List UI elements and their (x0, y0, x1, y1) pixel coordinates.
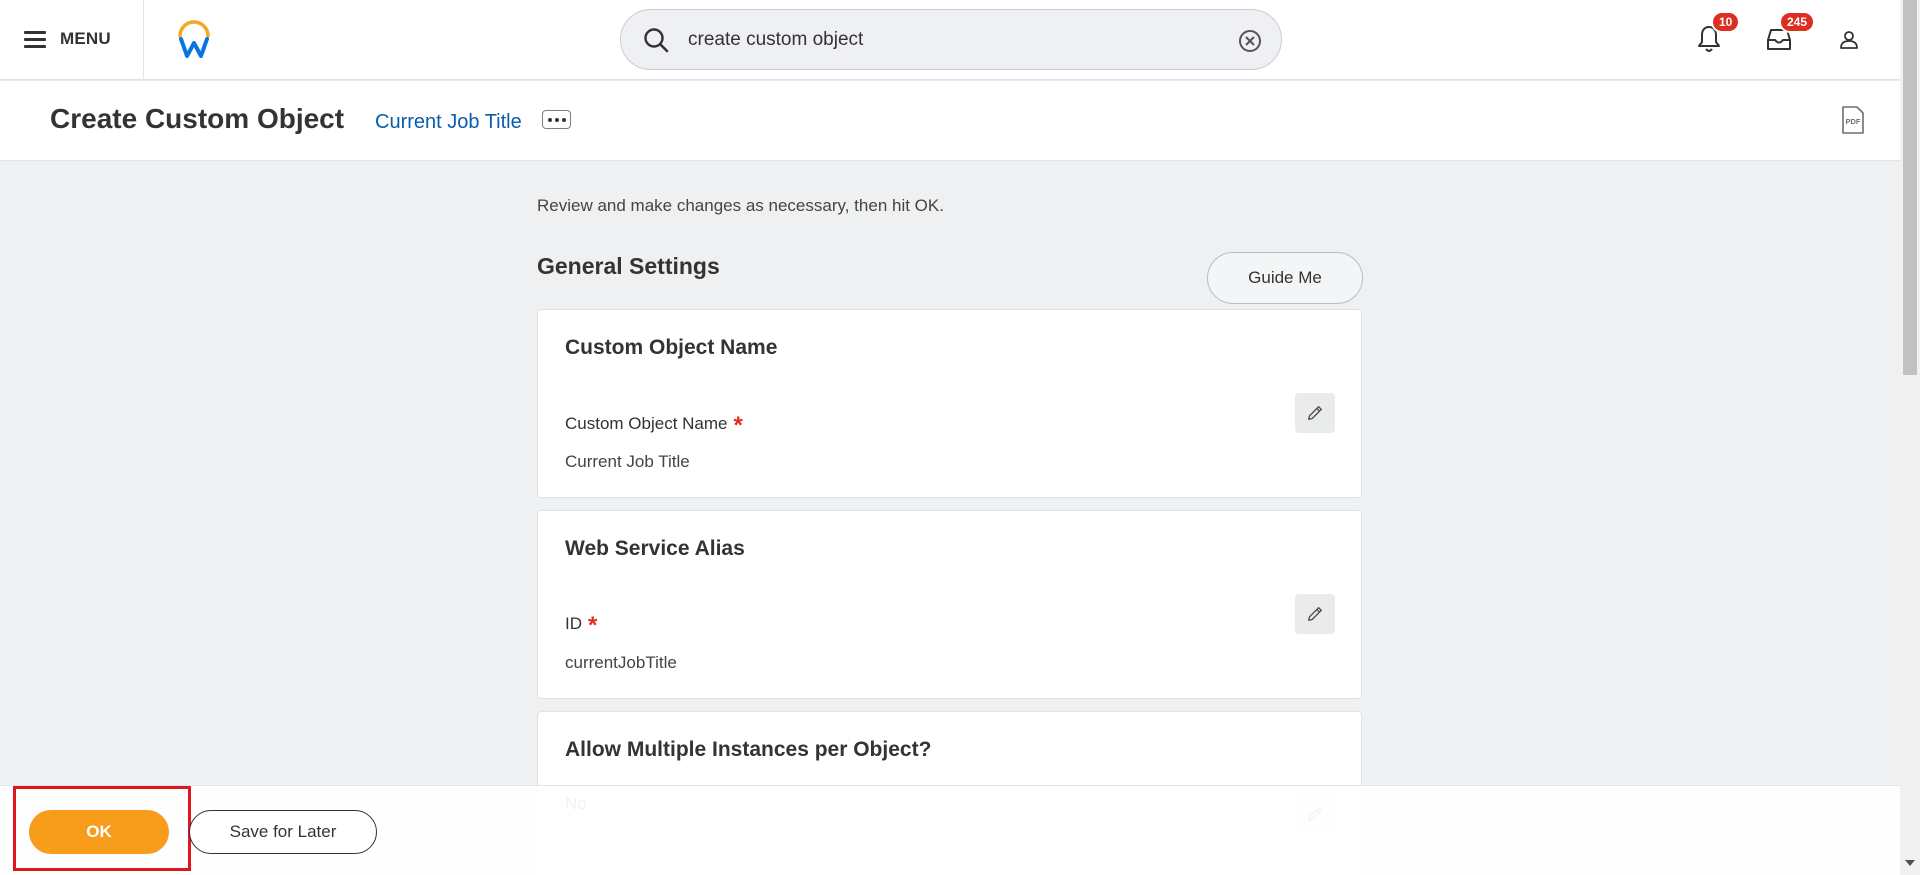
notifications-badge: 10 (1711, 11, 1741, 33)
ok-button[interactable]: OK (29, 810, 169, 854)
inbox-badge: 245 (1779, 11, 1816, 33)
required-indicator: * (588, 612, 598, 639)
user-icon (1840, 31, 1858, 49)
scroll-down-arrow-icon[interactable] (1905, 860, 1915, 866)
custom-object-name-card: Custom Object Name Custom Object Name * C… (537, 309, 1362, 498)
page-title: Create Custom Object (50, 103, 345, 134)
edit-button[interactable] (1295, 393, 1335, 433)
workday-logo[interactable] (176, 18, 212, 60)
field-value: currentJobTitle (565, 653, 677, 672)
menu-label: MENU (60, 29, 111, 48)
field-value: Current Job Title (565, 452, 690, 471)
related-object-link[interactable]: Current Job Title (375, 111, 522, 134)
card-title: Custom Object Name (565, 336, 778, 359)
save-for-later-button[interactable]: Save for Later (189, 810, 377, 854)
search-input[interactable] (688, 22, 1188, 58)
field-label: Custom Object Name * (565, 412, 743, 439)
svg-text:PDF: PDF (1846, 117, 1861, 126)
required-indicator: * (733, 412, 743, 439)
pencil-icon (1307, 405, 1323, 421)
pencil-icon (1307, 606, 1323, 622)
pdf-icon[interactable]: PDF (1841, 105, 1865, 135)
edit-button[interactable] (1295, 594, 1335, 634)
section-title: General Settings (537, 253, 720, 279)
header-divider (143, 0, 144, 80)
profile-button[interactable] (1839, 30, 1859, 50)
card-title: Web Service Alias (565, 537, 745, 560)
top-header: MENU 10 245 (0, 0, 1900, 80)
search-bar[interactable] (620, 9, 1282, 70)
scrollbar-thumb[interactable] (1903, 0, 1917, 375)
menu-button[interactable]: MENU (24, 24, 111, 54)
page-title-bar: Create Custom Object Current Job Title P… (0, 81, 1900, 161)
search-icon (644, 28, 669, 53)
field-label: ID * (565, 612, 598, 639)
instructions-text: Review and make changes as necessary, th… (537, 196, 944, 215)
more-options-icon[interactable] (542, 110, 571, 129)
web-service-alias-card: Web Service Alias ID * currentJobTitle (537, 510, 1362, 699)
hamburger-icon (24, 30, 48, 48)
card-title: Allow Multiple Instances per Object? (565, 738, 932, 761)
guide-me-button[interactable]: Guide Me (1207, 252, 1363, 304)
clear-icon[interactable] (1237, 28, 1263, 54)
